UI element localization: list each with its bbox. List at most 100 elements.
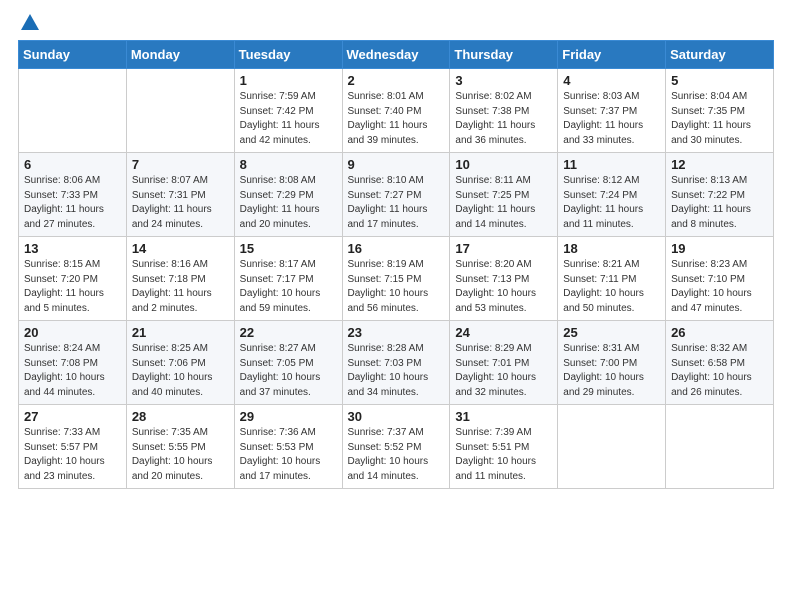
day-number: 13 — [24, 241, 121, 256]
calendar-cell: 2 Sunrise: 8:01 AMSunset: 7:40 PMDaylight… — [342, 69, 450, 153]
col-header-saturday: Saturday — [666, 41, 774, 69]
day-info: Sunrise: 8:12 AMSunset: 7:24 PMDaylight:… — [563, 174, 660, 232]
calendar-cell: 5 Sunrise: 8:04 AMSunset: 7:35 PMDaylight… — [666, 69, 774, 153]
day-number: 27 — [24, 409, 121, 424]
calendar-cell: 29 Sunrise: 7:36 AMSunset: 5:53 PMDayligh… — [234, 405, 342, 489]
calendar-cell — [666, 405, 774, 489]
day-number: 25 — [563, 325, 660, 340]
calendar-cell: 24 Sunrise: 8:29 AMSunset: 7:01 PMDayligh… — [450, 321, 558, 405]
day-info: Sunrise: 8:19 AMSunset: 7:15 PMDaylight:… — [348, 258, 445, 316]
day-info: Sunrise: 8:32 AMSunset: 6:58 PMDaylight:… — [671, 342, 768, 400]
day-info: Sunrise: 8:10 AMSunset: 7:27 PMDaylight:… — [348, 174, 445, 232]
calendar-week-row: 1 Sunrise: 7:59 AMSunset: 7:42 PMDaylight… — [19, 69, 774, 153]
day-info: Sunrise: 8:21 AMSunset: 7:11 PMDaylight:… — [563, 258, 660, 316]
col-header-wednesday: Wednesday — [342, 41, 450, 69]
day-number: 18 — [563, 241, 660, 256]
calendar-cell: 23Sunrise: 8:28 AMSunset: 7:03 PMDayligh… — [342, 321, 450, 405]
day-info: Sunrise: 8:31 AMSunset: 7:00 PMDaylight:… — [563, 342, 660, 400]
calendar-cell: 14 Sunrise: 8:16 AMSunset: 7:18 PMDayligh… — [126, 237, 234, 321]
day-number: 14 — [132, 241, 229, 256]
calendar-cell: 7Sunrise: 8:07 AMSunset: 7:31 PMDaylight… — [126, 153, 234, 237]
day-info: Sunrise: 8:04 AMSunset: 7:35 PMDaylight:… — [671, 90, 768, 148]
header — [18, 18, 774, 30]
calendar-cell: 17Sunrise: 8:20 AMSunset: 7:13 PMDayligh… — [450, 237, 558, 321]
calendar-cell: 19Sunrise: 8:23 AMSunset: 7:10 PMDayligh… — [666, 237, 774, 321]
day-info: Sunrise: 7:37 AMSunset: 5:52 PMDaylight:… — [348, 426, 445, 484]
day-number: 9 — [348, 157, 445, 172]
day-info: Sunrise: 7:35 AMSunset: 5:55 PMDaylight:… — [132, 426, 229, 484]
day-number: 3 — [455, 73, 552, 88]
calendar-cell: 25 Sunrise: 8:31 AMSunset: 7:00 PMDayligh… — [558, 321, 666, 405]
calendar-cell: 4Sunrise: 8:03 AMSunset: 7:37 PMDaylight… — [558, 69, 666, 153]
calendar-cell: 22 Sunrise: 8:27 AMSunset: 7:05 PMDayligh… — [234, 321, 342, 405]
day-number: 24 — [455, 325, 552, 340]
calendar-cell — [126, 69, 234, 153]
day-info: Sunrise: 8:25 AMSunset: 7:06 PMDaylight:… — [132, 342, 229, 400]
day-info: Sunrise: 8:11 AMSunset: 7:25 PMDaylight:… — [455, 174, 552, 232]
day-number: 11 — [563, 157, 660, 172]
calendar-cell: 30 Sunrise: 7:37 AMSunset: 5:52 PMDayligh… — [342, 405, 450, 489]
calendar-cell: 13 Sunrise: 8:15 AMSunset: 7:20 PMDayligh… — [19, 237, 127, 321]
calendar-cell: 15 Sunrise: 8:17 AMSunset: 7:17 PMDayligh… — [234, 237, 342, 321]
calendar-cell: 11 Sunrise: 8:12 AMSunset: 7:24 PMDayligh… — [558, 153, 666, 237]
day-info: Sunrise: 8:07 AMSunset: 7:31 PMDaylight:… — [132, 174, 229, 232]
day-info: Sunrise: 7:59 AMSunset: 7:42 PMDaylight:… — [240, 90, 337, 148]
day-info: Sunrise: 7:36 AMSunset: 5:53 PMDaylight:… — [240, 426, 337, 484]
day-number: 22 — [240, 325, 337, 340]
day-info: Sunrise: 8:06 AMSunset: 7:33 PMDaylight:… — [24, 174, 121, 232]
day-number: 31 — [455, 409, 552, 424]
day-number: 23 — [348, 325, 445, 340]
day-info: Sunrise: 8:17 AMSunset: 7:17 PMDaylight:… — [240, 258, 337, 316]
logo-triangle-icon — [21, 14, 39, 30]
calendar-cell: 31 Sunrise: 7:39 AMSunset: 5:51 PMDayligh… — [450, 405, 558, 489]
day-info: Sunrise: 8:02 AMSunset: 7:38 PMDaylight:… — [455, 90, 552, 148]
calendar-cell — [558, 405, 666, 489]
calendar-cell: 18 Sunrise: 8:21 AMSunset: 7:11 PMDayligh… — [558, 237, 666, 321]
day-info: Sunrise: 8:29 AMSunset: 7:01 PMDaylight:… — [455, 342, 552, 400]
calendar-cell: 1 Sunrise: 7:59 AMSunset: 7:42 PMDaylight… — [234, 69, 342, 153]
calendar-cell: 26 Sunrise: 8:32 AMSunset: 6:58 PMDayligh… — [666, 321, 774, 405]
day-number: 2 — [348, 73, 445, 88]
col-header-tuesday: Tuesday — [234, 41, 342, 69]
day-number: 21 — [132, 325, 229, 340]
day-number: 29 — [240, 409, 337, 424]
page: SundayMondayTuesdayWednesdayThursdayFrid… — [0, 0, 792, 612]
day-info: Sunrise: 7:33 AMSunset: 5:57 PMDaylight:… — [24, 426, 121, 484]
calendar-week-row: 13 Sunrise: 8:15 AMSunset: 7:20 PMDayligh… — [19, 237, 774, 321]
calendar-cell: 6Sunrise: 8:06 AMSunset: 7:33 PMDaylight… — [19, 153, 127, 237]
day-info: Sunrise: 8:13 AMSunset: 7:22 PMDaylight:… — [671, 174, 768, 232]
calendar-table: SundayMondayTuesdayWednesdayThursdayFrid… — [18, 40, 774, 489]
calendar-cell: 9 Sunrise: 8:10 AMSunset: 7:27 PMDaylight… — [342, 153, 450, 237]
calendar-cell: 10 Sunrise: 8:11 AMSunset: 7:25 PMDayligh… — [450, 153, 558, 237]
day-number: 26 — [671, 325, 768, 340]
day-number: 28 — [132, 409, 229, 424]
col-header-sunday: Sunday — [19, 41, 127, 69]
logo — [18, 18, 39, 30]
day-info: Sunrise: 8:08 AMSunset: 7:29 PMDaylight:… — [240, 174, 337, 232]
day-number: 16 — [348, 241, 445, 256]
col-header-friday: Friday — [558, 41, 666, 69]
day-info: Sunrise: 8:27 AMSunset: 7:05 PMDaylight:… — [240, 342, 337, 400]
day-number: 17 — [455, 241, 552, 256]
day-info: Sunrise: 8:03 AMSunset: 7:37 PMDaylight:… — [563, 90, 660, 148]
day-number: 10 — [455, 157, 552, 172]
calendar-cell: 27 Sunrise: 7:33 AMSunset: 5:57 PMDayligh… — [19, 405, 127, 489]
calendar-cell: 20 Sunrise: 8:24 AMSunset: 7:08 PMDayligh… — [19, 321, 127, 405]
day-info: Sunrise: 8:01 AMSunset: 7:40 PMDaylight:… — [348, 90, 445, 148]
day-info: Sunrise: 8:24 AMSunset: 7:08 PMDaylight:… — [24, 342, 121, 400]
day-number: 1 — [240, 73, 337, 88]
day-info: Sunrise: 7:39 AMSunset: 5:51 PMDaylight:… — [455, 426, 552, 484]
day-number: 30 — [348, 409, 445, 424]
day-info: Sunrise: 8:15 AMSunset: 7:20 PMDaylight:… — [24, 258, 121, 316]
calendar-cell: 8Sunrise: 8:08 AMSunset: 7:29 PMDaylight… — [234, 153, 342, 237]
calendar-week-row: 6Sunrise: 8:06 AMSunset: 7:33 PMDaylight… — [19, 153, 774, 237]
calendar-cell: 21 Sunrise: 8:25 AMSunset: 7:06 PMDayligh… — [126, 321, 234, 405]
col-header-monday: Monday — [126, 41, 234, 69]
day-number: 5 — [671, 73, 768, 88]
day-info: Sunrise: 8:16 AMSunset: 7:18 PMDaylight:… — [132, 258, 229, 316]
day-number: 15 — [240, 241, 337, 256]
day-number: 20 — [24, 325, 121, 340]
calendar-week-row: 20 Sunrise: 8:24 AMSunset: 7:08 PMDayligh… — [19, 321, 774, 405]
day-info: Sunrise: 8:23 AMSunset: 7:10 PMDaylight:… — [671, 258, 768, 316]
calendar-cell — [19, 69, 127, 153]
